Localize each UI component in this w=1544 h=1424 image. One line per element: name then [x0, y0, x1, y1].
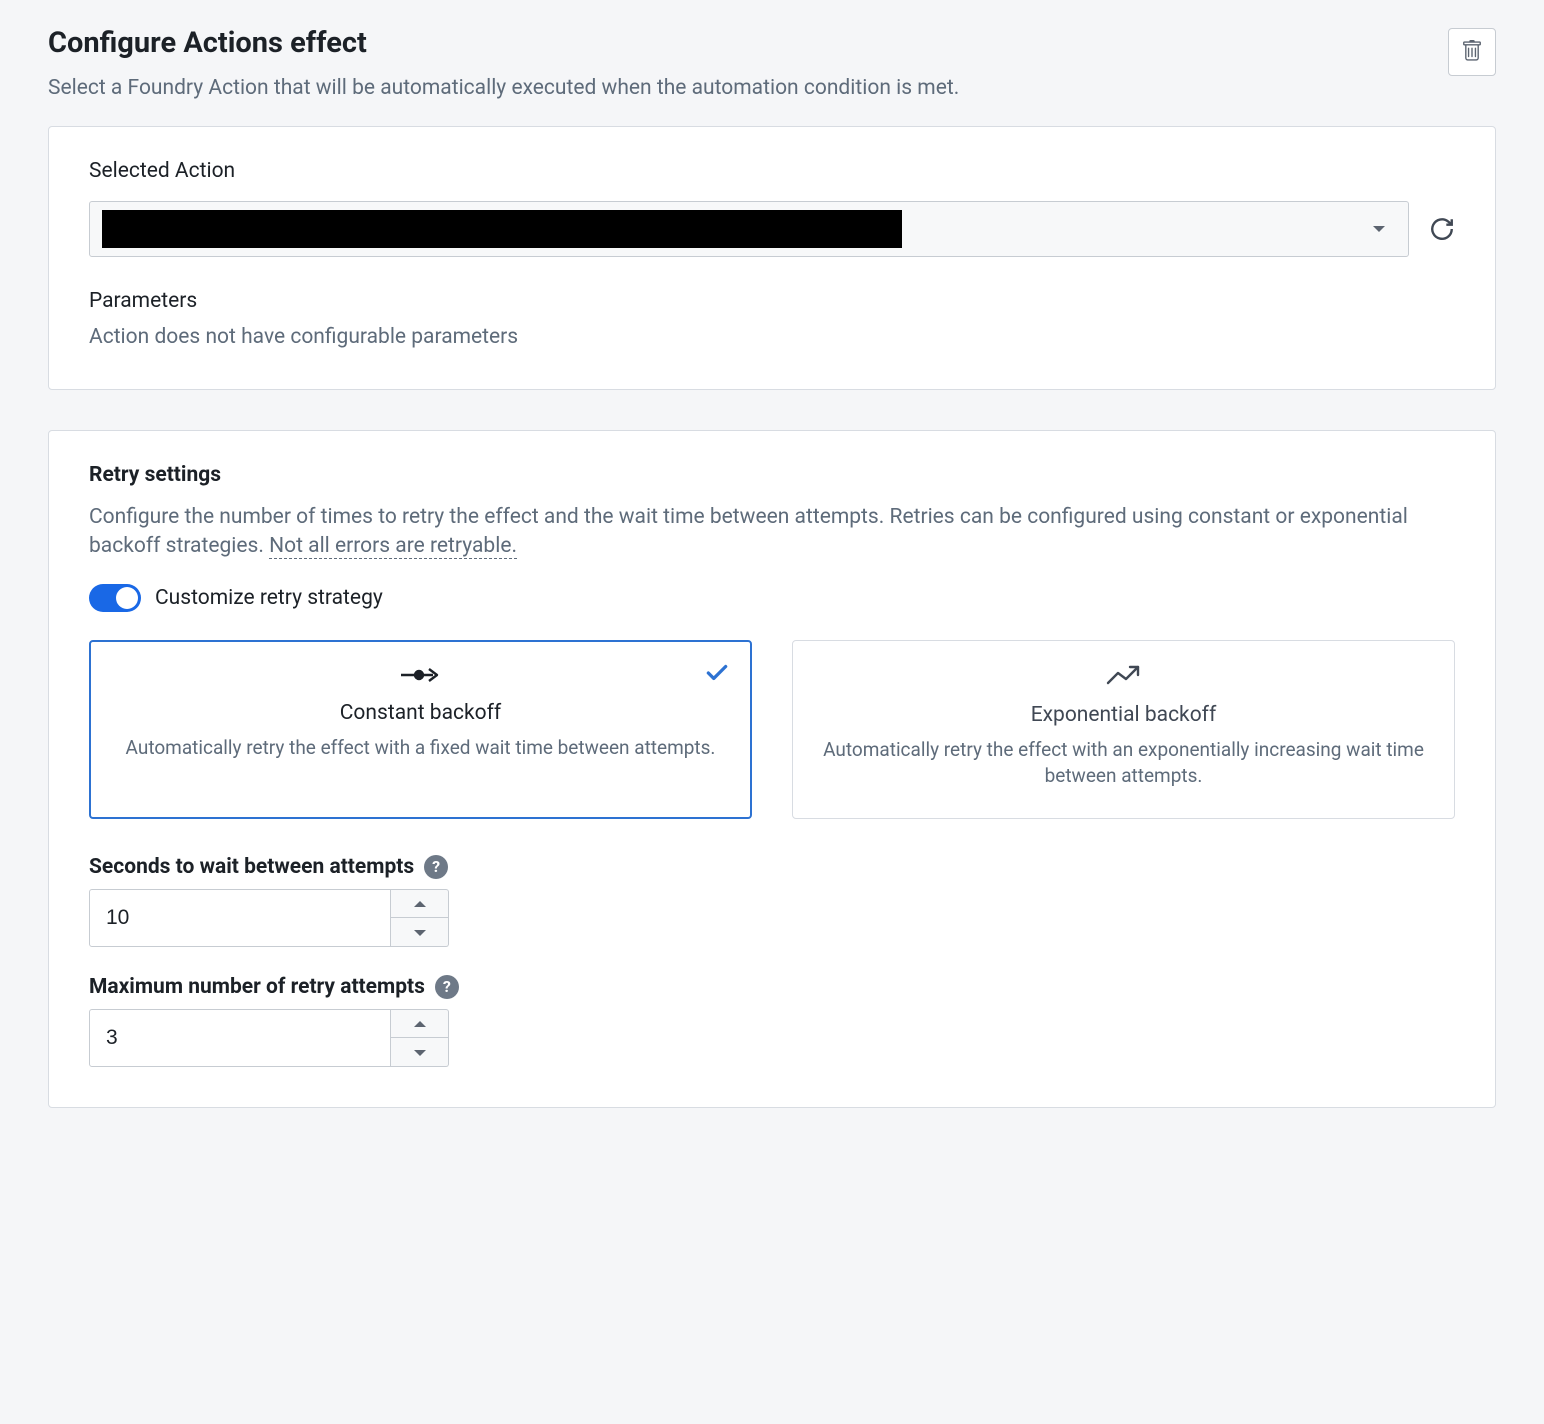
- trash-icon: [1461, 40, 1483, 65]
- strategy-constant-desc: Automatically retry the effect with a fi…: [114, 735, 727, 762]
- strategy-exponential-title: Exponential backoff: [817, 703, 1430, 727]
- retry-settings-title: Retry settings: [89, 463, 1455, 487]
- page-subtitle: Select a Foundry Action that will be aut…: [48, 76, 1496, 100]
- retry-settings-description: Configure the number of times to retry t…: [89, 503, 1455, 562]
- trending-up-icon: [1106, 665, 1142, 691]
- delete-button[interactable]: [1448, 28, 1496, 76]
- page-title: Configure Actions effect: [48, 26, 367, 60]
- parameters-label: Parameters: [89, 289, 1455, 313]
- check-icon: [704, 660, 730, 690]
- parameters-empty-text: Action does not have configurable parame…: [89, 325, 1455, 349]
- max-retries-label: Maximum number of retry attempts: [89, 975, 425, 999]
- retry-errors-link[interactable]: Not all errors are retryable.: [269, 534, 517, 559]
- wait-seconds-step-up[interactable]: [391, 889, 449, 919]
- customize-retry-toggle[interactable]: [89, 584, 141, 612]
- wait-seconds-input[interactable]: [89, 889, 391, 947]
- action-select[interactable]: [89, 201, 1409, 257]
- wait-seconds-step-down[interactable]: [391, 918, 449, 947]
- selected-action-label: Selected Action: [89, 159, 1455, 183]
- strategy-exponential-backoff[interactable]: Exponential backoff Automatically retry …: [792, 640, 1455, 819]
- strategy-exponential-desc: Automatically retry the effect with an e…: [817, 737, 1430, 790]
- selected-action-card: Selected Action Parameters Action does n…: [48, 126, 1496, 390]
- chevron-down-icon: [413, 1043, 427, 1062]
- chevron-down-icon: [413, 923, 427, 942]
- help-icon[interactable]: ?: [435, 975, 459, 999]
- max-retries-input[interactable]: [89, 1009, 391, 1067]
- retry-settings-card: Retry settings Configure the number of t…: [48, 430, 1496, 1108]
- help-icon[interactable]: ?: [424, 855, 448, 879]
- refresh-icon[interactable]: [1429, 216, 1455, 242]
- action-select-value-redacted: [102, 210, 902, 248]
- constant-flow-icon: [399, 665, 443, 689]
- caret-down-icon: [1372, 220, 1386, 239]
- chevron-up-icon: [413, 894, 427, 913]
- chevron-up-icon: [413, 1014, 427, 1033]
- max-retries-step-up[interactable]: [391, 1009, 449, 1039]
- wait-seconds-label: Seconds to wait between attempts: [89, 855, 414, 879]
- strategy-constant-title: Constant backoff: [114, 701, 727, 725]
- max-retries-step-down[interactable]: [391, 1038, 449, 1067]
- strategy-constant-backoff[interactable]: Constant backoff Automatically retry the…: [89, 640, 752, 819]
- toggle-knob: [116, 587, 138, 609]
- customize-retry-label: Customize retry strategy: [155, 586, 383, 610]
